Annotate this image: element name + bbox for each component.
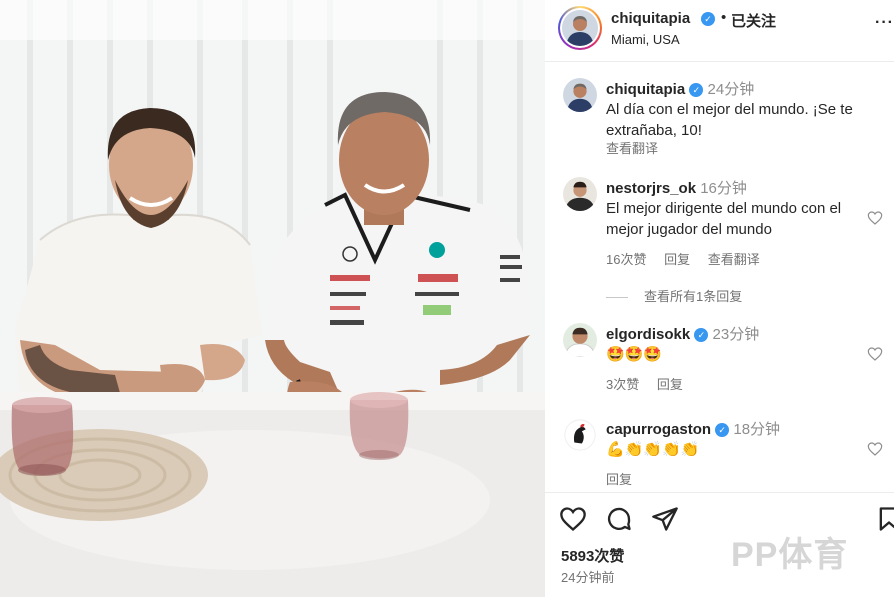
view-replies-link[interactable]: 查看所有1条回复 bbox=[606, 286, 742, 305]
post-side-panel: chiquitapia ✓ • 已关注 Miami, USA ··· chiqu… bbox=[545, 0, 894, 597]
post-header: chiquitapia ✓ • 已关注 Miami, USA ··· bbox=[545, 0, 894, 62]
caption-meta: 查看翻译 bbox=[606, 138, 672, 157]
post-time-ago: 24分钟前 bbox=[561, 570, 615, 585]
comment-avatar[interactable] bbox=[563, 323, 597, 357]
comment-meta: 回复 bbox=[606, 469, 646, 488]
comment-likes[interactable]: 16次赞 bbox=[606, 252, 646, 267]
caption-header: chiquitapia ✓ 24分钟 bbox=[606, 78, 754, 99]
reply-button[interactable]: 回复 bbox=[606, 472, 632, 487]
comment-time: 16分钟 bbox=[700, 180, 747, 197]
post-location[interactable]: Miami, USA bbox=[611, 32, 680, 47]
post-actions: 5893次赞 24分钟前 PP体育 bbox=[545, 492, 894, 597]
caption-avatar[interactable] bbox=[563, 78, 597, 112]
comment-avatar[interactable] bbox=[563, 177, 597, 211]
share-icon[interactable] bbox=[651, 505, 679, 533]
comment-header: nestorjrs_ok 16分钟 bbox=[606, 177, 747, 198]
verified-icon: ✓ bbox=[715, 423, 730, 437]
heart-icon[interactable] bbox=[867, 210, 883, 226]
ellipsis-icon[interactable]: ··· bbox=[875, 14, 894, 32]
verified-icon: ✓ bbox=[701, 12, 715, 26]
comment-username[interactable]: nestorjrs_ok bbox=[606, 180, 696, 197]
comment-header: capurrogaston ✓ 18分钟 bbox=[606, 418, 780, 439]
separator-dot: • bbox=[721, 9, 727, 26]
glass-right bbox=[349, 392, 409, 460]
verified-icon: ✓ bbox=[694, 328, 709, 342]
likes-count[interactable]: 5893次赞 bbox=[561, 545, 624, 566]
comment-header: elgordisokk ✓ 23分钟 bbox=[606, 323, 759, 344]
follow-status-button[interactable]: 已关注 bbox=[731, 10, 776, 31]
comment-username[interactable]: capurrogaston bbox=[606, 421, 711, 438]
comment-text: El mejor dirigente del mundo con el mejo… bbox=[606, 200, 842, 238]
caption-text: Al día con el mejor del mundo. ¡Se te ex… bbox=[606, 101, 853, 139]
reply-button[interactable]: 回复 bbox=[657, 377, 683, 392]
comment-meta: 16次赞 回复 查看翻译 bbox=[606, 249, 774, 268]
post-photo bbox=[0, 0, 545, 597]
heart-icon[interactable] bbox=[867, 346, 883, 362]
verified-icon: ✓ bbox=[689, 83, 704, 97]
comment-time: 18分钟 bbox=[733, 421, 781, 438]
comment-avatar[interactable] bbox=[563, 418, 597, 452]
comment-username[interactable]: elgordisokk bbox=[606, 326, 690, 343]
watermark-logo: PP体育 bbox=[731, 536, 849, 574]
comment-likes[interactable]: 3次赞 bbox=[606, 377, 639, 392]
author-avatar[interactable] bbox=[558, 6, 602, 50]
glass-left bbox=[11, 397, 74, 476]
heart-icon[interactable] bbox=[559, 505, 587, 533]
see-translation-link[interactable]: 查看翻译 bbox=[708, 252, 760, 267]
reply-button[interactable]: 回复 bbox=[664, 252, 690, 267]
see-translation-link[interactable]: 查看翻译 bbox=[606, 141, 658, 156]
comment-text: 💪👏👏👏👏 bbox=[606, 441, 700, 458]
comment-icon[interactable] bbox=[605, 505, 633, 533]
author-username[interactable]: chiquitapia bbox=[611, 10, 690, 27]
comment-text: 🤩🤩🤩 bbox=[606, 346, 663, 363]
caption-username[interactable]: chiquitapia bbox=[606, 81, 685, 98]
caption-time: 24分钟 bbox=[707, 81, 755, 98]
comment-time: 23分钟 bbox=[712, 326, 760, 343]
comment-meta: 3次赞 回复 bbox=[606, 374, 697, 393]
photo-illustration bbox=[0, 0, 545, 597]
heart-icon[interactable] bbox=[867, 441, 883, 457]
bookmark-icon[interactable] bbox=[875, 505, 894, 533]
